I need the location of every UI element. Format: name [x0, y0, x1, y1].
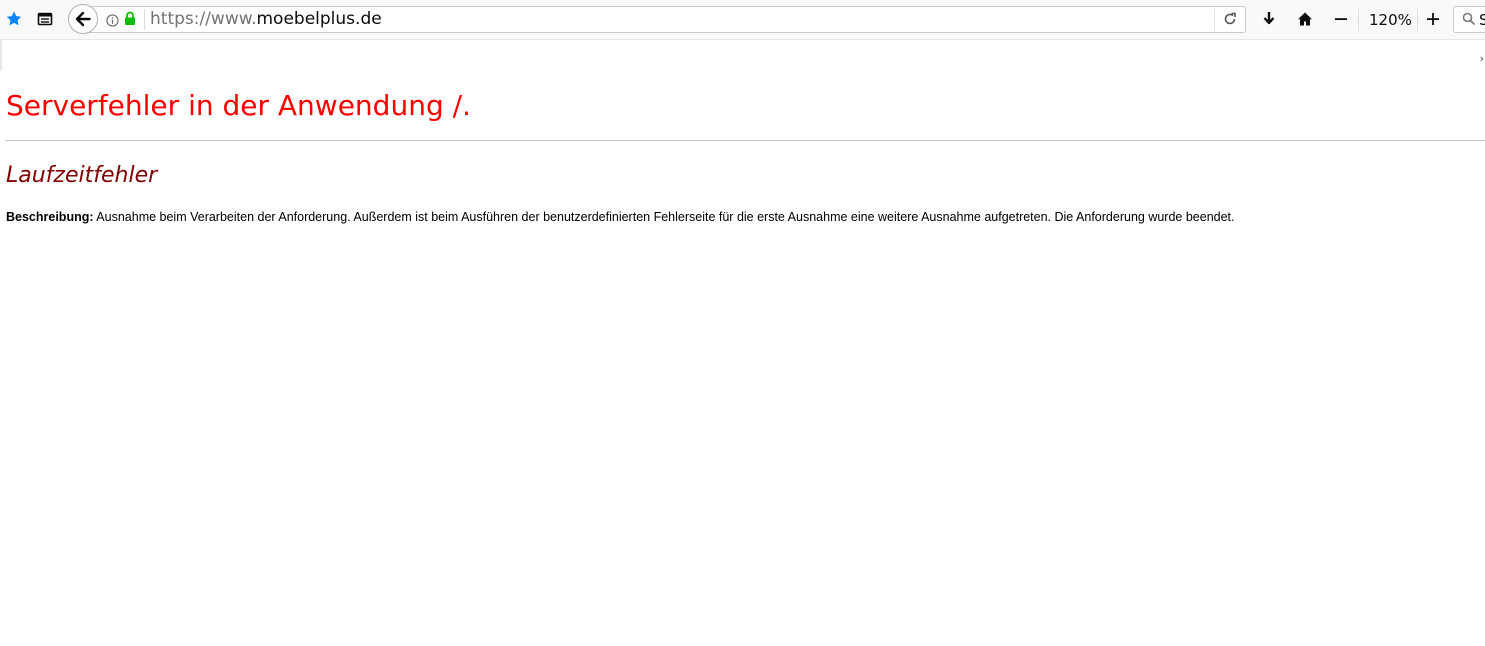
error-description: Beschreibung: Ausnahme beim Verarbeiten …	[6, 210, 1235, 224]
back-button[interactable]	[68, 4, 98, 34]
url-host: moebelplus.de	[256, 9, 382, 29]
page-title: Serverfehler in der Anwendung /.	[6, 89, 471, 122]
browser-toolbar: https://www.moebelplus.de 120% S	[0, 0, 1485, 40]
url-prefix: https://www.	[150, 9, 257, 29]
url-separator	[144, 10, 145, 30]
zoom-out-icon[interactable]	[1331, 9, 1351, 29]
lock-icon[interactable]	[124, 11, 136, 30]
zoom-separator	[1417, 9, 1418, 31]
download-icon[interactable]	[1259, 9, 1279, 29]
page-subtitle: Laufzeitfehler	[6, 163, 158, 188]
zoom-in-icon[interactable]	[1423, 9, 1443, 29]
bookmarks-bar	[0, 40, 1485, 71]
reader-view-icon[interactable]	[35, 9, 55, 29]
url-text[interactable]: https://www.moebelplus.de	[150, 9, 382, 29]
zoom-separator	[1358, 9, 1359, 31]
zoom-level[interactable]: 120%	[1369, 11, 1412, 29]
description-label: Beschreibung:	[6, 210, 94, 224]
bookmark-star-icon[interactable]	[4, 9, 24, 29]
info-icon[interactable]	[106, 12, 119, 31]
reload-separator	[1214, 9, 1215, 31]
overflow-chevron-icon[interactable]: ›	[1480, 52, 1484, 65]
divider	[6, 140, 1485, 141]
search-text: S	[1479, 11, 1485, 29]
search-icon	[1459, 9, 1479, 29]
description-text: Ausnahme beim Verarbeiten der Anforderun…	[93, 210, 1235, 224]
back-arrow-icon	[75, 11, 91, 27]
home-icon[interactable]	[1295, 9, 1315, 29]
reload-icon[interactable]	[1220, 9, 1240, 29]
